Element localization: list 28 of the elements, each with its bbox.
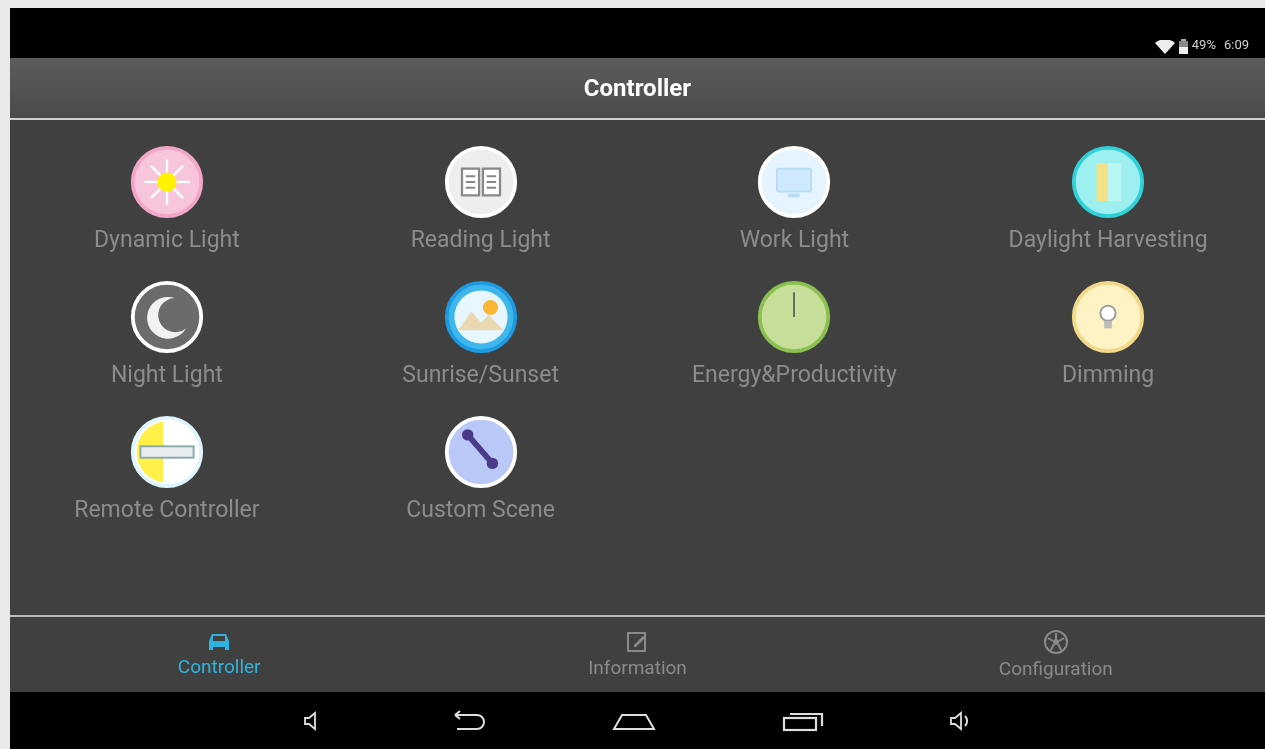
scene-item[interactable]: Custom Scene bbox=[323, 414, 638, 549]
battery-icon bbox=[1178, 39, 1188, 54]
scene-item[interactable]: Energy&Productivity bbox=[637, 279, 952, 414]
settings-icon bbox=[1042, 628, 1069, 655]
scene-item[interactable]: Dimming bbox=[951, 279, 1265, 414]
moon-icon bbox=[128, 279, 205, 355]
tab[interactable]: Information bbox=[428, 617, 847, 692]
scene-item[interactable]: Dynamic Light bbox=[10, 144, 324, 279]
door-icon bbox=[1070, 144, 1147, 220]
scene-item[interactable]: Sunrise/Sunset bbox=[323, 279, 638, 414]
sun-icon bbox=[128, 144, 205, 220]
scene-item[interactable]: Reading Light bbox=[323, 144, 638, 279]
window-title: Controller bbox=[583, 73, 692, 104]
scene-item[interactable]: Remote Controller bbox=[10, 414, 324, 549]
battery-level: 49% bbox=[1191, 35, 1216, 54]
clock-time: 6:09 bbox=[1223, 35, 1249, 54]
scene-item[interactable]: Night Light bbox=[10, 279, 324, 414]
book-icon bbox=[442, 144, 519, 220]
monitor-icon bbox=[756, 144, 833, 220]
clock-icon bbox=[756, 279, 833, 355]
remote-icon bbox=[128, 414, 205, 490]
tab[interactable]: Controller bbox=[10, 617, 429, 692]
wifi-icon bbox=[1154, 40, 1175, 54]
scene-item[interactable]: Work Light bbox=[637, 144, 952, 279]
landscape-icon bbox=[442, 279, 519, 355]
tab[interactable]: Configuration bbox=[846, 617, 1265, 692]
bulb-icon bbox=[1070, 279, 1147, 355]
scene-item[interactable]: Daylight Harvesting bbox=[951, 144, 1265, 279]
